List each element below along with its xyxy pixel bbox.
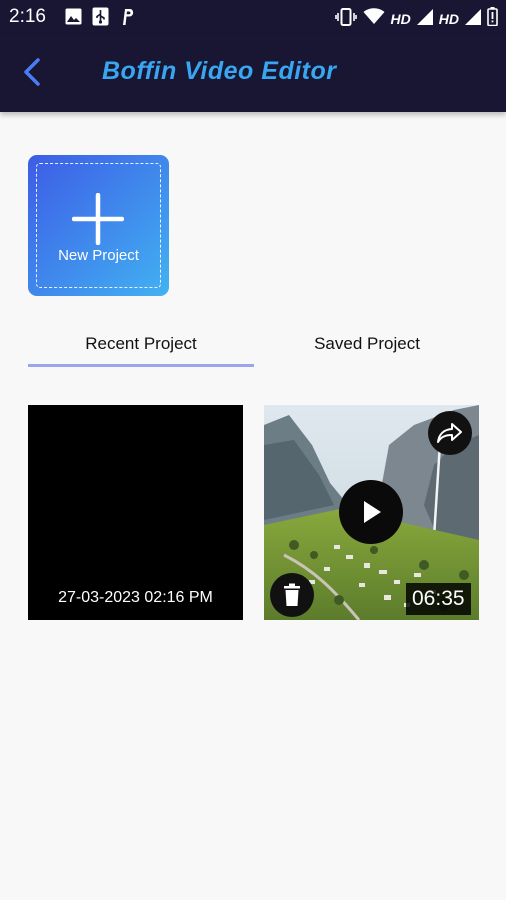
tab-recent-project[interactable]: Recent Project [28,320,254,368]
vibrate-icon [334,7,357,31]
status-time: 2:16 [9,6,46,27]
delete-button[interactable] [270,573,314,617]
status-bar: 2:16 HD HD [0,0,506,34]
project-date: 27-03-2023 02:16 PM [58,589,213,606]
delete-icon [284,583,300,606]
tab-saved-project[interactable]: Saved Project [254,320,480,368]
back-arrow-icon [24,58,40,86]
share-icon [437,423,462,443]
p-app-icon [118,7,137,26]
hd-label: HD [438,11,459,27]
back-button[interactable] [16,56,48,88]
new-project-button[interactable]: New Project [28,155,169,296]
plus-icon [72,193,124,245]
wifi-icon [363,8,385,30]
status-right: HD HD [334,7,498,31]
project-card-video[interactable]: 06:35 [264,405,479,620]
project-card-recent[interactable]: 27-03-2023 02:16 PM [28,405,243,620]
signal-icon [465,8,481,30]
image-icon [64,7,83,26]
app-title: Boffin Video Editor [102,57,337,85]
play-button[interactable] [339,480,403,544]
signal-icon [416,8,433,30]
share-button[interactable] [428,411,472,455]
hd-label: HD [390,11,411,27]
usb-icon [91,7,110,26]
new-project-label: New Project [58,247,139,264]
status-left-icons [64,7,137,26]
battery-icon [487,7,498,31]
video-duration: 06:35 [406,583,471,615]
app-bar: Boffin Video Editor [0,34,506,112]
play-icon [364,501,381,523]
tab-indicator [28,364,254,367]
